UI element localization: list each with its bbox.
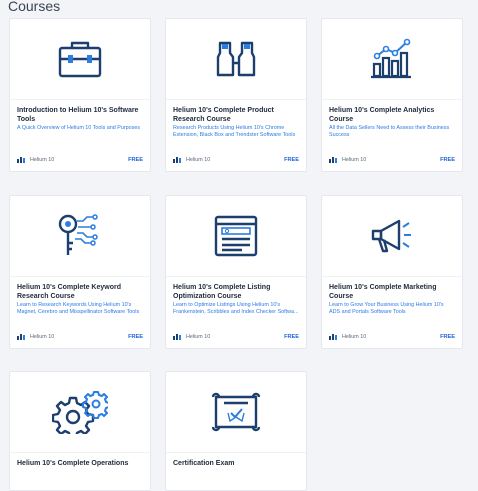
price-badge: FREE [440, 334, 455, 340]
course-title[interactable]: Helium 10's Complete Operations [17, 459, 143, 477]
course-card-certification-exam[interactable]: Certification Exam [165, 371, 307, 491]
course-card-keyword-research[interactable]: Helium 10's Complete Keyword Research Co… [9, 195, 151, 349]
price-badge: FREE [284, 157, 299, 163]
price-badge: FREE [284, 334, 299, 340]
course-description: All the Data Sellers Need to Assess thei… [329, 125, 450, 139]
course-description: Learn to Research Keywords Using Helium … [17, 302, 140, 316]
provider-name: Helium 10 [186, 157, 211, 163]
course-description: Learn to Optimize Listings Using Helium … [173, 302, 299, 316]
course-card-intro-software-tools[interactable]: Introduction to Helium 10's Software Too… [9, 18, 151, 172]
price-badge: FREE [128, 334, 143, 340]
course-thumbnail [10, 372, 150, 453]
megaphone-icon [371, 219, 411, 253]
price-badge: FREE [440, 157, 455, 163]
course-title[interactable]: Helium 10's Complete Keyword Research Co… [17, 283, 143, 301]
helium10-logo-icon [17, 334, 25, 340]
course-card-operations[interactable]: Helium 10's Complete Operations [9, 371, 151, 491]
course-title[interactable]: Helium 10's Complete Listing Optimizatio… [173, 283, 299, 301]
helium10-logo-icon [329, 334, 337, 340]
course-title[interactable]: Introduction to Helium 10's Software Too… [17, 106, 143, 124]
course-title[interactable]: Helium 10's Complete Product Research Co… [173, 106, 299, 124]
toolbox-icon [58, 41, 102, 78]
browser-search-icon [214, 215, 258, 257]
course-title[interactable]: Helium 10's Complete Analytics Course [329, 106, 455, 124]
course-card-analytics[interactable]: Helium 10's Complete Analytics Course Al… [321, 18, 463, 172]
course-card-marketing[interactable]: Helium 10's Complete Marketing Course Le… [321, 195, 463, 349]
growth-chart-icon [371, 38, 411, 79]
provider-name: Helium 10 [30, 157, 55, 163]
course-description: Research Products Using Helium 10's Chro… [173, 125, 296, 139]
course-thumbnail [10, 196, 150, 277]
course-thumbnail [166, 372, 306, 453]
gears-icon [52, 391, 108, 434]
provider-name: Helium 10 [342, 334, 367, 340]
helium10-logo-icon [173, 334, 181, 340]
binoculars-icon [216, 41, 256, 77]
page-title: Courses [8, 0, 61, 14]
provider-name: Helium 10 [342, 157, 367, 163]
provider-name: Helium 10 [30, 334, 55, 340]
course-thumbnail [10, 19, 150, 100]
course-thumbnail [322, 196, 462, 277]
key-circuit-icon [58, 214, 98, 255]
course-description: A Quick Overview of Helium 10 Tools and … [17, 125, 141, 131]
helium10-logo-icon [17, 157, 25, 163]
certificate-scroll-icon [212, 392, 260, 432]
provider-name: Helium 10 [186, 334, 211, 340]
course-description: Learn to Grow Your Business Using Helium… [329, 302, 444, 316]
course-thumbnail [166, 196, 306, 277]
course-title[interactable]: Certification Exam [173, 459, 299, 477]
helium10-logo-icon [173, 157, 181, 163]
course-card-listing-optimization[interactable]: Helium 10's Complete Listing Optimizatio… [165, 195, 307, 349]
course-title[interactable]: Helium 10's Complete Marketing Course [329, 283, 455, 301]
course-card-product-research[interactable]: Helium 10's Complete Product Research Co… [165, 18, 307, 172]
course-thumbnail [322, 19, 462, 100]
course-thumbnail [166, 19, 306, 100]
price-badge: FREE [128, 157, 143, 163]
helium10-logo-icon [329, 157, 337, 163]
